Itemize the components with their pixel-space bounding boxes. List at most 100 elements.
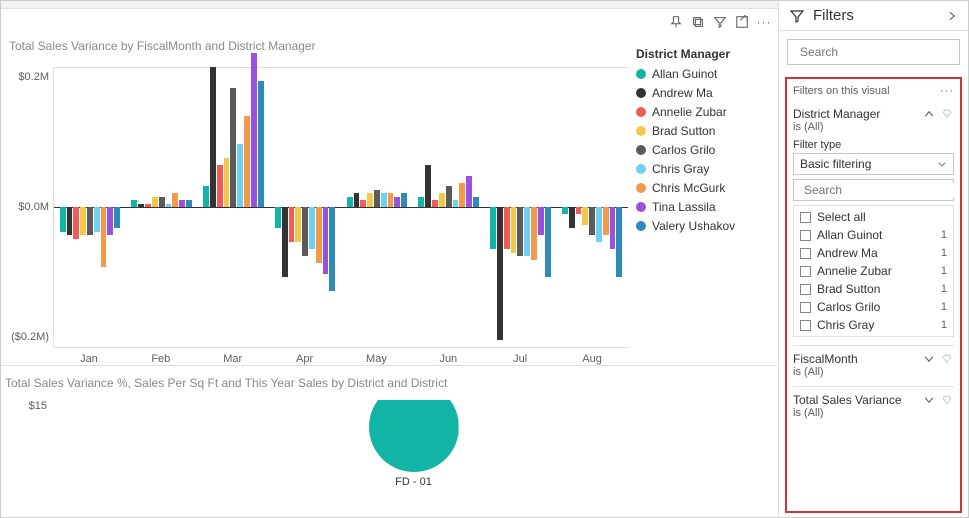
bar[interactable]: [453, 67, 459, 347]
filters-search-input[interactable]: [800, 45, 955, 59]
checkbox[interactable]: [800, 248, 811, 259]
bar[interactable]: [466, 67, 472, 347]
checkbox[interactable]: [800, 320, 811, 331]
legend-item[interactable]: Carlos Grilo: [636, 143, 764, 157]
bar[interactable]: [80, 67, 86, 347]
bar[interactable]: [531, 67, 537, 347]
bar[interactable]: [159, 67, 165, 347]
bar[interactable]: [67, 67, 73, 347]
legend-item[interactable]: Annelie Zubar: [636, 105, 764, 119]
bar[interactable]: [258, 67, 264, 347]
bar[interactable]: [224, 67, 230, 347]
bar[interactable]: [360, 67, 366, 347]
second-visual[interactable]: Total Sales Variance %, Sales Per Sq Ft …: [1, 365, 778, 517]
filter-icon[interactable]: [712, 14, 728, 30]
bar[interactable]: [589, 67, 595, 347]
expand-filter-icon[interactable]: [922, 352, 936, 366]
filter-option[interactable]: Chris Gray1: [794, 316, 953, 334]
bar[interactable]: [282, 67, 288, 347]
bar[interactable]: [203, 67, 209, 347]
bar[interactable]: [569, 67, 575, 347]
bar[interactable]: [418, 67, 424, 347]
bar[interactable]: [394, 67, 400, 347]
bar[interactable]: [87, 67, 93, 347]
bar[interactable]: [210, 67, 216, 347]
filter-option[interactable]: Andrew Ma1: [794, 244, 953, 262]
clear-filter-icon[interactable]: [940, 352, 954, 366]
filter-option[interactable]: Allan Guinot1: [794, 226, 953, 244]
copy-icon[interactable]: [690, 14, 706, 30]
bar[interactable]: [289, 67, 295, 347]
bar[interactable]: [230, 67, 236, 347]
checkbox[interactable]: [800, 212, 811, 223]
chart-plot-area[interactable]: $0.2M $0.0M ($0.2M): [5, 67, 628, 347]
bar[interactable]: [381, 67, 387, 347]
bar[interactable]: [490, 67, 496, 347]
bar[interactable]: [145, 67, 151, 347]
filter-options-list[interactable]: Select allAllan Guinot1Andrew Ma1Annelie…: [793, 205, 954, 337]
bar[interactable]: [425, 67, 431, 347]
bar[interactable]: [459, 67, 465, 347]
filter-option[interactable]: Annelie Zubar1: [794, 262, 953, 280]
pin-icon[interactable]: [668, 14, 684, 30]
bar[interactable]: [610, 67, 616, 347]
bar[interactable]: [275, 67, 281, 347]
filter-option[interactable]: Brad Sutton1: [794, 280, 953, 298]
legend-item[interactable]: Allan Guinot: [636, 67, 764, 81]
bar[interactable]: [545, 67, 551, 347]
bar[interactable]: [504, 67, 510, 347]
bar[interactable]: [439, 67, 445, 347]
bar[interactable]: [576, 67, 582, 347]
bar[interactable]: [166, 67, 172, 347]
bar[interactable]: [237, 67, 243, 347]
bar[interactable]: [432, 67, 438, 347]
bar[interactable]: [251, 67, 257, 347]
bar[interactable]: [101, 67, 107, 347]
bar[interactable]: [114, 67, 120, 347]
filter-values-search-input[interactable]: [804, 183, 959, 197]
bar[interactable]: [524, 67, 530, 347]
bar[interactable]: [354, 67, 360, 347]
bar[interactable]: [582, 67, 588, 347]
clear-filter-icon[interactable]: [940, 107, 954, 121]
clear-filter-icon[interactable]: [940, 393, 954, 407]
bar[interactable]: [596, 67, 602, 347]
bar[interactable]: [179, 67, 185, 347]
filter-type-dropdown[interactable]: Basic filtering: [793, 153, 954, 175]
bar[interactable]: [172, 67, 178, 347]
bar[interactable]: [244, 67, 250, 347]
bar[interactable]: [446, 67, 452, 347]
legend-item[interactable]: Brad Sutton: [636, 124, 764, 138]
legend-item[interactable]: Valery Ushakov: [636, 219, 764, 233]
bar[interactable]: [73, 67, 79, 347]
bar[interactable]: [138, 67, 144, 347]
bar[interactable]: [60, 67, 66, 347]
legend-item[interactable]: Andrew Ma: [636, 86, 764, 100]
filter-values-search-box[interactable]: [793, 179, 954, 201]
bar[interactable]: [497, 67, 503, 347]
filters-search-box[interactable]: [787, 39, 960, 65]
bar[interactable]: [302, 67, 308, 347]
legend-item[interactable]: Chris McGurk: [636, 181, 764, 195]
bar[interactable]: [94, 67, 100, 347]
more-options-icon[interactable]: ···: [756, 14, 772, 30]
bar[interactable]: [511, 67, 517, 347]
collapse-filter-icon[interactable]: [922, 107, 936, 121]
bar[interactable]: [131, 67, 137, 347]
bar[interactable]: [374, 67, 380, 347]
bar[interactable]: [367, 67, 373, 347]
bar[interactable]: [538, 67, 544, 347]
bar[interactable]: [517, 67, 523, 347]
bar[interactable]: [388, 67, 394, 347]
bar[interactable]: [473, 67, 479, 347]
filter-option[interactable]: Select all: [794, 208, 953, 226]
bar[interactable]: [295, 67, 301, 347]
bar[interactable]: [186, 67, 192, 347]
checkbox[interactable]: [800, 284, 811, 295]
expand-filter-icon[interactable]: [922, 393, 936, 407]
section-more-icon[interactable]: ···: [940, 85, 954, 97]
checkbox[interactable]: [800, 230, 811, 241]
focus-mode-icon[interactable]: [734, 14, 750, 30]
collapse-pane-icon[interactable]: [946, 10, 958, 22]
bar[interactable]: [562, 67, 568, 347]
